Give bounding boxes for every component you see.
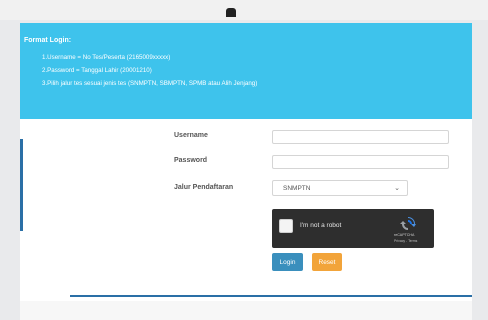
chevron-down-icon: ⌄ [394, 185, 400, 192]
captcha-label: I'm not a robot [300, 222, 342, 229]
section-divider [70, 295, 472, 297]
recaptcha-widget: I'm not a robot reCAPTCHA Privacy - Term… [272, 209, 434, 248]
username-label: Username [174, 132, 208, 139]
recaptcha-terms-link[interactable]: Privacy - Terms [394, 239, 417, 243]
top-strip [0, 0, 488, 20]
info-line-password: 2.Password = Tanggal Lahir (20001210) [42, 67, 152, 74]
jalur-select[interactable]: SNMPTN ⌄ [272, 180, 408, 196]
top-mark [226, 8, 236, 17]
recaptcha-brand: reCAPTCHA [394, 233, 415, 237]
captcha-checkbox[interactable] [279, 219, 293, 233]
password-input[interactable] [272, 155, 449, 169]
footer-area [20, 301, 472, 320]
jalur-selected-value: SNMPTN [283, 185, 311, 192]
login-panel: Format Login: 1.Username = No Tes/Pesert… [20, 23, 472, 320]
info-title: Format Login: [24, 37, 72, 44]
password-label: Password [174, 157, 208, 164]
info-box: Format Login: 1.Username = No Tes/Pesert… [20, 23, 472, 119]
recaptcha-logo-icon [400, 217, 416, 230]
login-button[interactable]: Login [272, 253, 303, 271]
username-input[interactable] [272, 130, 449, 144]
info-line-jalur: 3.Pilih jalur tes sesuai jenis tes (SNMP… [42, 80, 258, 87]
left-edge-mark [20, 139, 23, 231]
jalur-label: Jalur Pendaftaran [174, 184, 234, 191]
info-line-username: 1.Username = No Tes/Peserta (2165009xxxx… [42, 54, 171, 61]
reset-button[interactable]: Reset [312, 253, 342, 271]
